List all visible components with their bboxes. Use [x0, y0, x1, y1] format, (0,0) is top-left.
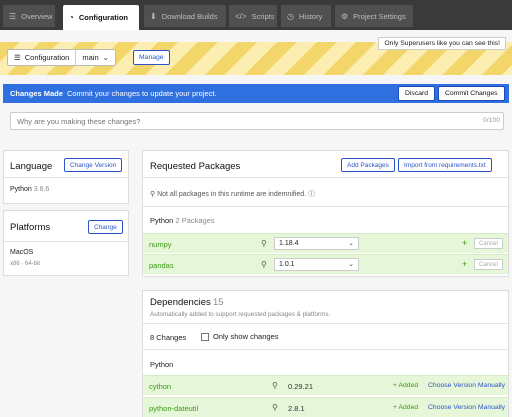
configuration-selector[interactable]: ☰ Configuration main ⌄: [7, 49, 116, 66]
chevron-down-icon: ⌄: [102, 53, 109, 62]
list-icon: ☰: [9, 11, 17, 21]
config-icon: ◔: [69, 13, 74, 22]
dependencies-title: Dependencies: [150, 297, 211, 308]
tree-icon: ⚲: [272, 381, 278, 390]
platforms-panel: Platforms Change MacOS x86 · 64-bit: [3, 210, 129, 276]
config-label: Configuration: [24, 53, 70, 62]
branch-name: main: [82, 53, 99, 62]
cancel-button[interactable]: Cancel: [474, 259, 503, 270]
tab-project-settings[interactable]: ⚙ Project Settings: [335, 5, 413, 27]
package-row: numpy ⚲ 1.18.4 ⌄ + Cancel: [143, 233, 508, 253]
branch-select[interactable]: main ⌄: [75, 50, 115, 65]
added-status: + Added: [393, 382, 419, 389]
gear-icon: ⚙: [341, 11, 349, 21]
tab-overview[interactable]: ☰ Overview: [3, 5, 55, 27]
info-icon: ⓘ: [308, 191, 316, 198]
package-name: pandas: [149, 261, 174, 270]
clock-icon: ◷: [287, 11, 294, 21]
plus-icon: +: [462, 259, 468, 269]
tree-icon: ⚲: [261, 239, 267, 248]
tree-icon: ⚲: [272, 403, 278, 412]
config-icon: ☰: [14, 53, 21, 62]
import-requirements-button[interactable]: Import from requirements.txt: [398, 158, 492, 172]
commit-changes-button[interactable]: Commit Changes: [438, 86, 505, 101]
changes-count: 8 Changes: [150, 333, 187, 342]
version-select[interactable]: 1.18.4 ⌄: [274, 237, 359, 250]
package-name: numpy: [149, 240, 172, 249]
tab-configuration[interactable]: ◔ Configuration: [63, 5, 139, 30]
discard-button[interactable]: Discard: [398, 86, 436, 101]
tab-bar: ☰ Overview ◔ Configuration ⬇ Download Bu…: [0, 0, 512, 30]
platforms-title: Platforms: [10, 222, 51, 233]
code-icon: </>: [235, 11, 247, 21]
plus-icon: +: [462, 238, 468, 248]
changes-message: Commit your changes to update your proje…: [66, 89, 217, 98]
chevron-down-icon: ⌄: [348, 261, 354, 268]
language-panel: Language Change Version Python 3.6.6: [3, 150, 129, 204]
choose-version-link[interactable]: Choose Version Manually: [428, 404, 505, 411]
requested-packages-panel: Requested Packages Add Packages Import f…: [142, 150, 509, 277]
choose-version-link[interactable]: Choose Version Manually: [428, 382, 505, 389]
tab-history[interactable]: ◷ History: [281, 5, 331, 27]
cancel-button[interactable]: Cancel: [474, 238, 503, 249]
package-row: pandas ⚲ 1.0.1 ⌄ + Cancel: [143, 254, 508, 274]
tab-scripts[interactable]: </> Scripts: [229, 5, 277, 27]
dependencies-panel: Dependencies 15 Automatically added to s…: [142, 290, 509, 417]
platform-os: MacOS: [10, 249, 34, 256]
tab-download-builds[interactable]: ⬇ Download Builds: [144, 5, 226, 27]
only-show-changes-label: Only show changes: [213, 332, 279, 341]
dependencies-subtitle: Automatically added to support requested…: [150, 311, 331, 318]
dependencies-count: 15: [212, 297, 224, 308]
tree-icon: ⚲: [150, 191, 156, 198]
tree-icon: ⚲: [261, 260, 267, 269]
dependency-name: python-dateutil: [149, 404, 199, 413]
download-icon: ⬇: [150, 11, 157, 21]
only-show-changes-checkbox[interactable]: [201, 332, 209, 341]
dependency-row: cython ⚲ 0.29.21 + Added Choose Version …: [143, 375, 508, 395]
version-select[interactable]: 1.0.1 ⌄: [274, 258, 359, 271]
language-title: Language: [10, 161, 53, 172]
add-packages-button[interactable]: Add Packages: [341, 158, 395, 172]
dependency-row: python-dateutil ⚲ 2.8.1 + Added Choose V…: [143, 397, 508, 417]
char-counter: 0/100: [482, 117, 500, 124]
python-group-header: Python 2 Packages: [150, 216, 215, 225]
dependency-version: 2.8.1: [288, 404, 305, 413]
platform-arch: x86 · 64-bit: [10, 261, 41, 267]
chevron-down-icon: ⌄: [348, 240, 354, 247]
dependency-group-header: Python: [150, 360, 174, 369]
superuser-note: Only Superusers like you can see this!: [378, 37, 506, 50]
manage-button[interactable]: Manage: [133, 50, 170, 65]
dependency-version: 0.29.21: [288, 382, 314, 391]
added-status: + Added: [393, 404, 419, 411]
change-version-button[interactable]: Change Version: [64, 158, 123, 172]
commit-message-input[interactable]: [10, 112, 504, 130]
change-platform-button[interactable]: Change: [88, 220, 123, 234]
requested-packages-title: Requested Packages: [150, 161, 241, 172]
dependency-name: cython: [149, 382, 172, 391]
changes-title: Changes Made: [10, 89, 63, 98]
language-name: Python: [10, 186, 32, 193]
language-version: 3.6.6: [33, 186, 50, 193]
indemnify-notice: ⚲ Not all packages in this runtime are i…: [150, 191, 316, 198]
